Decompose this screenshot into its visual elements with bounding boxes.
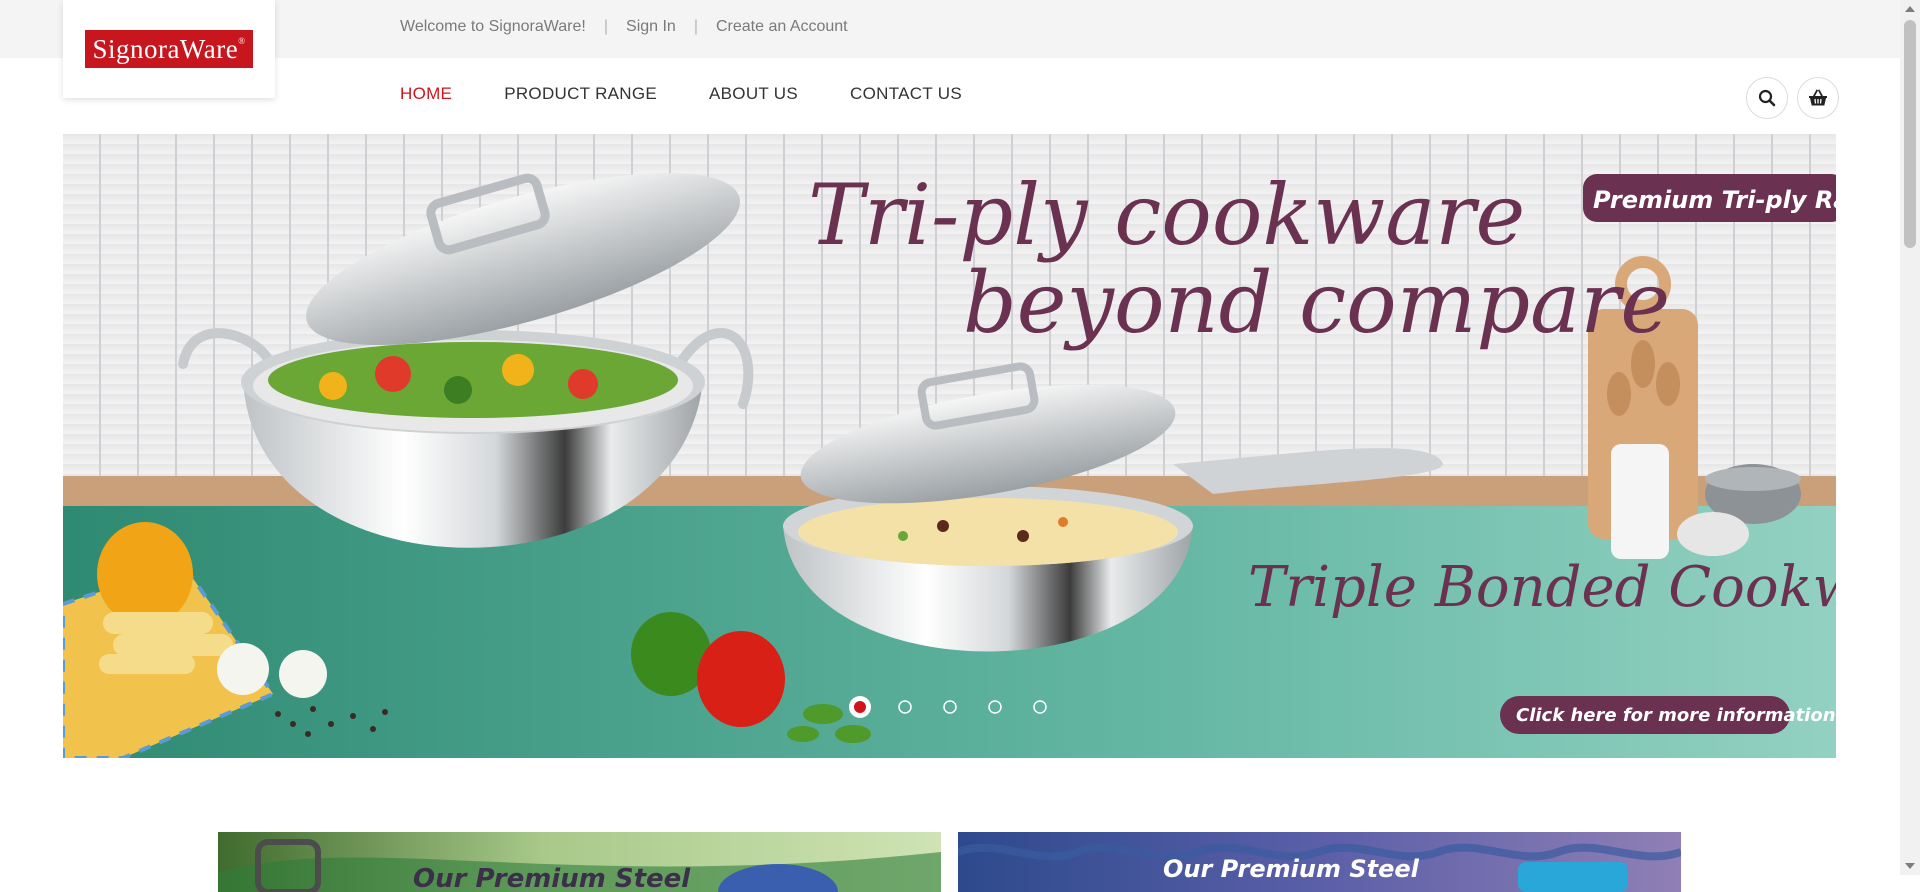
promo-title-right: Our Premium Steel [1163,855,1420,883]
cart-button[interactable] [1797,77,1839,119]
logo-text: SignoraWare [92,33,239,64]
hero-slider[interactable]: Tri-ply cookware beyond compare Triple B… [63,134,1836,758]
create-account-link[interactable]: Create an Account [716,18,848,36]
slide-dot-1[interactable] [849,696,871,718]
promo-banner-left[interactable]: Our Premium Steel [218,832,941,892]
page-scrollbar[interactable] [1900,0,1920,875]
nav-contact-us[interactable]: CONTACT US [850,84,962,104]
promo-image-left: Our Premium Steel [218,832,941,892]
top-utility-bar: Welcome to SignoraWare! | Sign In | Crea… [0,0,1900,58]
nav-home[interactable]: HOME [400,84,452,104]
promo-title-left: Our Premium Steel [413,864,691,892]
logo[interactable]: SignoraWare ® [63,0,275,98]
main-nav: HOME PRODUCT RANGE ABOUT US CONTACT US [400,84,1014,104]
cta-text: Click here for more information [1516,705,1836,726]
headline-line1: Tri-ply cookware [808,166,1525,264]
hero-image: Tri-ply cookware beyond compare Triple B… [63,134,1836,758]
welcome-text: Welcome to SignoraWare! [400,18,586,35]
search-button[interactable] [1746,77,1788,119]
headline-line2: beyond compare [963,254,1670,352]
sign-in-link[interactable]: Sign In [626,18,676,36]
scroll-up-arrow-icon[interactable] [1905,6,1915,12]
premium-badge: Premium Tri-ply Range [1583,174,1836,222]
nav-product-range[interactable]: PRODUCT RANGE [504,84,657,104]
basket-icon [1809,89,1827,106]
red-pepper [697,631,785,727]
scrollbar-thumb[interactable] [1904,20,1916,248]
search-icon [1758,89,1776,107]
hero-subline: Triple Bonded Cookware [1248,555,1836,620]
promo-banner-right[interactable]: Our Premium Steel [958,832,1681,892]
logo-plate: SignoraWare ® [85,30,253,68]
account-links: Welcome to SignoraWare! | Sign In | Crea… [400,18,848,36]
divider: | [693,18,698,35]
scroll-down-arrow-icon[interactable] [1905,863,1915,869]
badge-text: Premium Tri-ply Range [1593,186,1836,214]
yellow-pepper [97,522,193,626]
nav-about-us[interactable]: ABOUT US [709,84,798,104]
divider: | [603,18,609,35]
promo-image-right: Our Premium Steel [958,832,1681,892]
registered-mark: ® [238,36,246,46]
